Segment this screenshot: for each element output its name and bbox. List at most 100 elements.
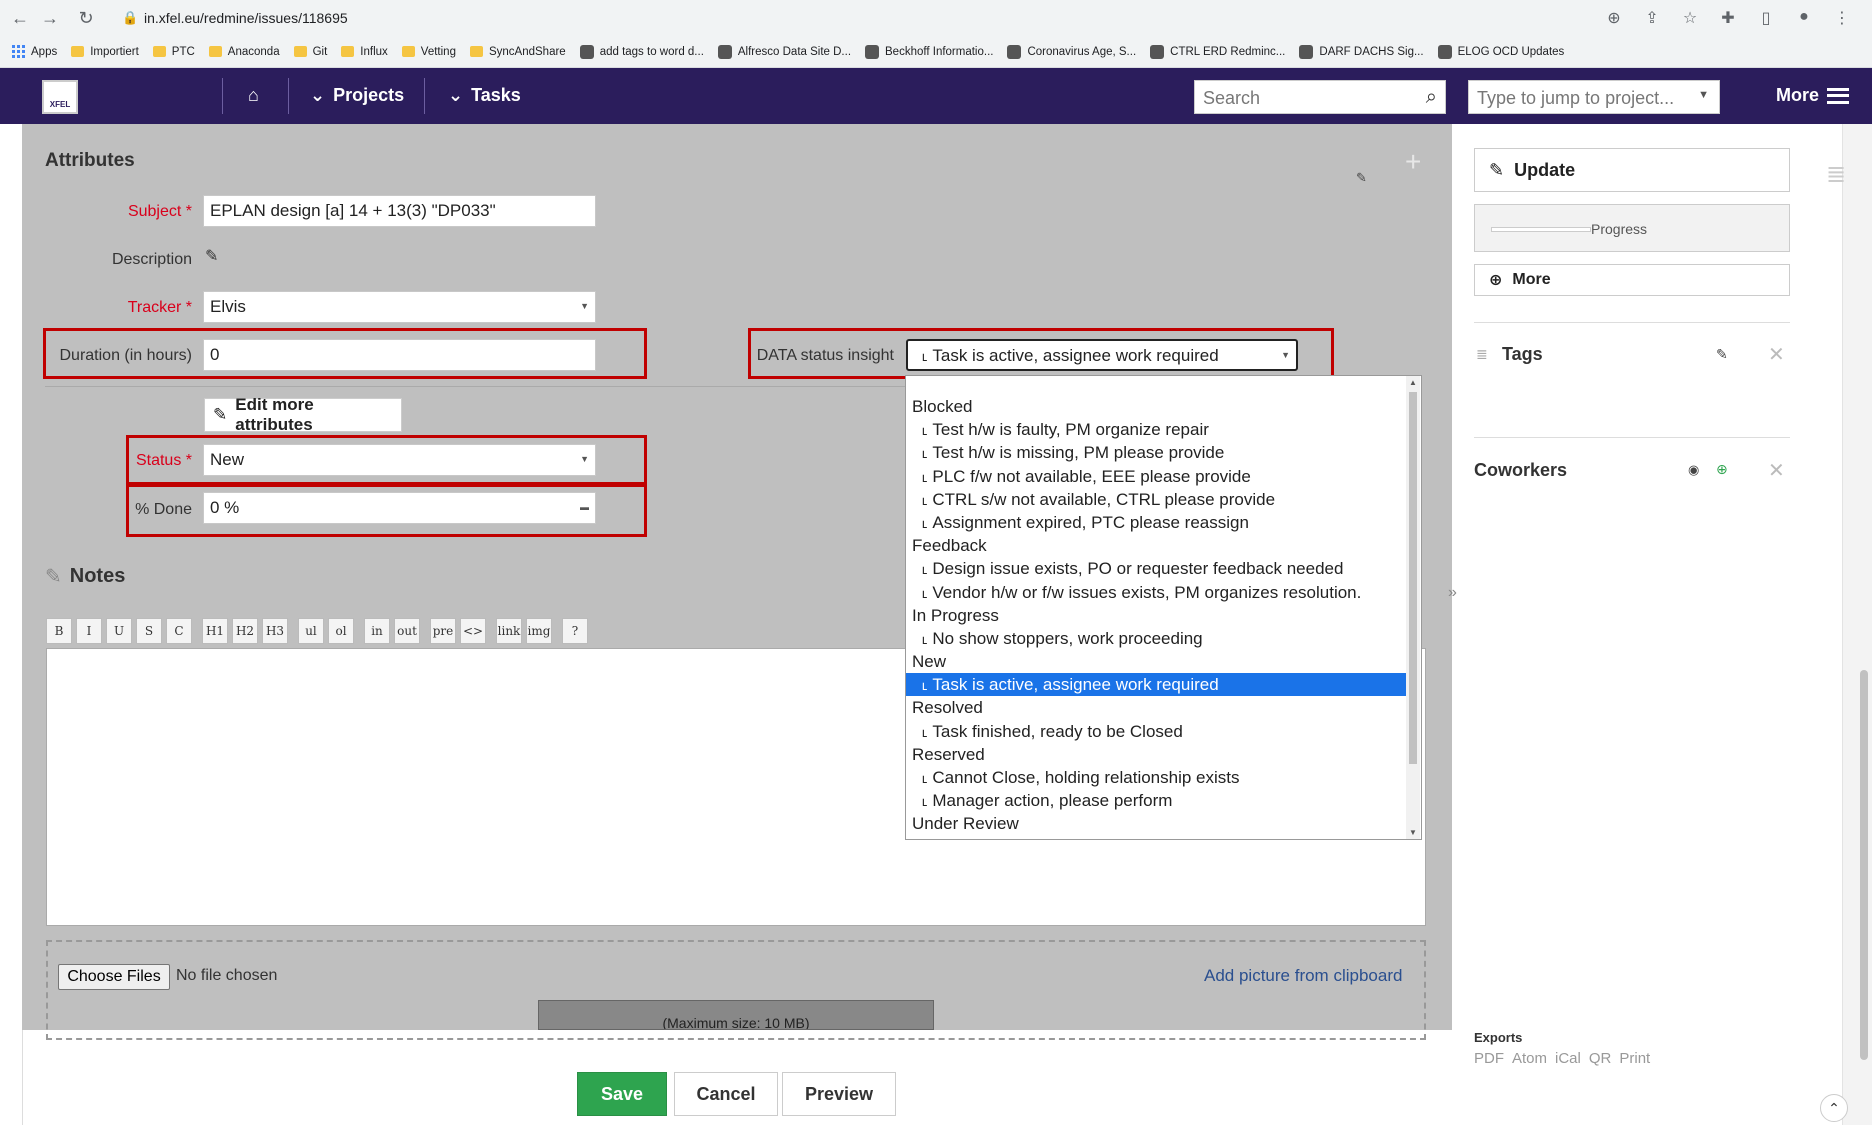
dropdown-option[interactable]: ˪ Assignment expired, PTC please reassig… (906, 511, 1406, 534)
bookmark-star-icon[interactable]: ☆ (1680, 8, 1700, 28)
dropdown-option[interactable]: ˪ Task finished, ready to be Closed (906, 720, 1406, 743)
toolbar-button[interactable]: H1 (202, 618, 228, 644)
reload-icon[interactable]: ↻ (76, 8, 96, 28)
more-button[interactable]: ⊕ More (1474, 264, 1790, 296)
forward-icon[interactable]: → (40, 8, 60, 28)
back-icon[interactable]: ← (10, 8, 30, 28)
browser-menu-icon[interactable]: ⋮ (1832, 8, 1852, 28)
address-bar[interactable]: 🔒 in.xfel.eu/redmine/issues/118695 (112, 4, 1716, 32)
folder-icon (152, 46, 166, 57)
pencil-icon[interactable]: ✎ (1356, 170, 1367, 186)
toolbar-button[interactable]: img (526, 618, 552, 644)
eye-icon[interactable]: ◉ (1688, 462, 1699, 478)
more-menu[interactable]: More (1776, 85, 1850, 106)
toolbar-button[interactable]: pre (430, 618, 456, 644)
sidepanel-icon[interactable]: ▯ (1756, 8, 1776, 28)
toolbar-button[interactable]: ? (562, 618, 588, 644)
toolbar-button[interactable]: ol (328, 618, 354, 644)
bookmark-item[interactable]: Importiert (71, 46, 139, 58)
toolbar-button[interactable]: in (364, 618, 390, 644)
toolbar-button[interactable]: link (496, 618, 522, 644)
bookmark-item[interactable]: Influx (341, 46, 388, 58)
bookmark-item[interactable]: CTRL ERD Redminc... (1150, 44, 1285, 59)
bookmark-label: Vetting (420, 45, 456, 58)
bookmark-item[interactable]: add tags to word d... (579, 44, 704, 59)
scroll-up-icon[interactable]: ▲ (1409, 378, 1417, 387)
choose-files-button[interactable]: Choose Files (58, 964, 170, 990)
home-icon[interactable]: ⌂ (248, 85, 259, 106)
export-link[interactable]: Atom (1512, 1050, 1547, 1067)
dropdown-option[interactable]: ˪ Test h/w is missing, PM please provide (906, 441, 1406, 464)
dropdown-option[interactable]: ˪ Cannot Close, holding relationship exi… (906, 766, 1406, 789)
update-button[interactable]: ✎ Update (1474, 148, 1790, 192)
subject-field[interactable]: EPLAN design [a] 14 + 13(3) "DP033" (203, 195, 596, 227)
extensions-icon[interactable]: ✚ (1718, 8, 1738, 28)
page-scroll-thumb[interactable] (1860, 670, 1868, 1060)
bookmark-item[interactable]: Vetting (401, 45, 456, 58)
close-icon[interactable]: ✕ (1768, 458, 1785, 483)
bookmark-item[interactable]: Beckhoff Informatio... (865, 44, 993, 59)
bookmark-item[interactable]: SyncAndShare (469, 46, 566, 58)
project-jump-select[interactable]: Type to jump to project... ▼ (1468, 80, 1720, 114)
dropdown-scroll-thumb[interactable] (1409, 392, 1417, 764)
bookmark-item[interactable]: Coronavirus Age, S... (1007, 44, 1136, 59)
dropdown-option[interactable]: ˪ PLC f/w not available, EEE please prov… (906, 465, 1406, 488)
tracker-select[interactable]: Elvis ▼ (203, 291, 596, 323)
close-icon[interactable]: ✕ (1768, 342, 1785, 367)
dropdown-option[interactable]: ˪ Vendor h/w or f/w issues exists, PM or… (906, 581, 1406, 604)
dropdown-option[interactable]: ˪ Test h/w is faulty, PM organize repair (906, 418, 1406, 441)
xfel-logo[interactable]: XFEL (42, 80, 78, 114)
data-status-dropdown[interactable]: Blocked ˪ Test h/w is faulty, PM organize… (905, 375, 1422, 840)
toolbar-button[interactable]: S (136, 618, 162, 644)
add-picture-link[interactable]: Add picture from clipboard (1204, 966, 1402, 986)
edit-more-attributes-button[interactable]: ✎ Edit more attributes (204, 395, 402, 434)
bookmark-item[interactable]: Alfresco Data Site D... (717, 44, 851, 59)
stack-icon[interactable]: ≣ (1826, 160, 1846, 189)
pencil-icon[interactable]: ✎ (1716, 346, 1728, 363)
plus-icon[interactable]: + (1405, 146, 1421, 178)
dropdown-option[interactable]: ˪ Task is active, assignee work required (906, 673, 1406, 697)
export-link[interactable]: iCal (1555, 1050, 1581, 1067)
toolbar-button[interactable]: ul (298, 618, 324, 644)
max-size-note: (Maximum size: 10 MB) (538, 1000, 934, 1030)
nav-tasks[interactable]: ⌄ Tasks (448, 85, 521, 106)
toolbar-button[interactable]: out (394, 618, 420, 644)
dropdown-scrollbar[interactable]: ▲ ▼ (1406, 376, 1420, 839)
toolbar-button[interactable]: H3 (262, 618, 288, 644)
preview-button[interactable]: Preview (782, 1072, 896, 1116)
scroll-down-icon[interactable]: ▼ (1409, 828, 1417, 837)
dropdown-option[interactable]: ˪ No show stoppers, work proceeding (906, 627, 1406, 650)
bookmark-item[interactable]: ELOG OCD Updates (1437, 44, 1565, 59)
export-link[interactable]: Print (1619, 1050, 1650, 1067)
toolbar-button[interactable]: U (106, 618, 132, 644)
search-icon[interactable]: ⌕ (1426, 86, 1437, 109)
share-icon[interactable]: ⇪ (1642, 8, 1662, 28)
edit-description-icon[interactable]: ✎ (205, 246, 218, 266)
export-link[interactable]: QR (1589, 1050, 1612, 1067)
dropdown-option[interactable]: ˪ CTRL s/w not available, CTRL please pr… (906, 488, 1406, 511)
toolbar-button[interactable]: H2 (232, 618, 258, 644)
bookmark-item[interactable]: DARF DACHS Sig... (1299, 44, 1424, 59)
dropdown-option[interactable]: ˪ Manager action, please perform (906, 789, 1406, 812)
profile-icon[interactable]: ● (1794, 8, 1814, 28)
export-link[interactable]: PDF (1474, 1050, 1504, 1067)
bookmark-item[interactable]: PTC (152, 46, 195, 58)
nav-projects[interactable]: ⌄ Projects (310, 85, 404, 106)
search-input[interactable]: Search ⌕ (1194, 80, 1446, 114)
bookmark-item[interactable]: Anaconda (208, 46, 280, 58)
zoom-icon[interactable]: ⊕ (1604, 8, 1624, 28)
dropdown-option[interactable]: ˪ Design issue exists, PO or requester f… (906, 557, 1406, 580)
add-coworker-icon[interactable]: ⊕ (1716, 461, 1728, 478)
toolbar-button[interactable]: C (166, 618, 192, 644)
bookmark-item[interactable]: Git (293, 46, 327, 58)
divider (45, 386, 905, 387)
toolbar-button[interactable]: B (46, 618, 72, 644)
cancel-button[interactable]: Cancel (674, 1072, 778, 1116)
scroll-top-icon[interactable]: ⌃ (1820, 1094, 1848, 1122)
bookmark-label: ELOG OCD Updates (1457, 45, 1565, 58)
toolbar-button[interactable]: I (76, 618, 102, 644)
bookmark-item[interactable]: Apps (12, 45, 57, 58)
sidebar-toggle-icon[interactable]: » (1448, 584, 1457, 602)
save-button[interactable]: Save (577, 1072, 667, 1116)
toolbar-button[interactable]: <> (460, 618, 486, 644)
